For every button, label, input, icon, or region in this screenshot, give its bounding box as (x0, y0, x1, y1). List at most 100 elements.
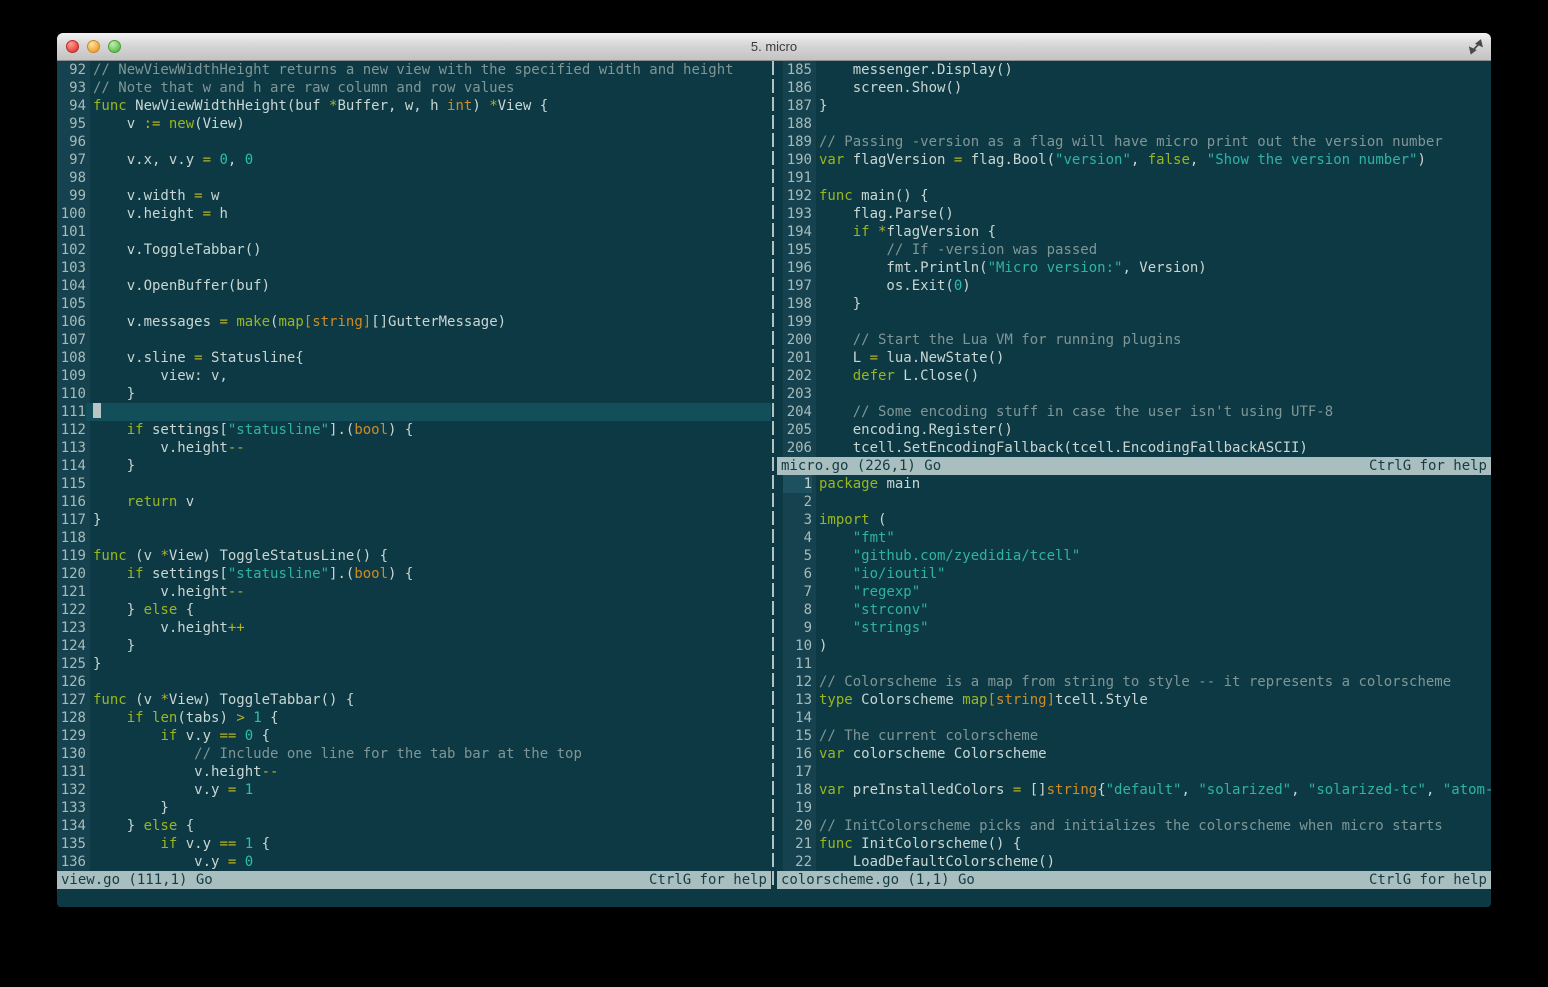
code-line[interactable]: 114 } (57, 457, 771, 475)
code-line[interactable]: 107 (57, 331, 771, 349)
code-line[interactable]: 11 (783, 655, 1491, 673)
code-line[interactable]: 198 } (783, 295, 1491, 313)
resize-arrows-icon[interactable] (1467, 38, 1485, 56)
code-line[interactable]: 96 (57, 133, 771, 151)
code-line[interactable]: 20 // InitColorscheme picks and initializ… (783, 817, 1491, 835)
code-line[interactable]: 109 view: v, (57, 367, 771, 385)
code-line[interactable]: 206 tcell.SetEncodingFallback(tcell.Enco… (783, 439, 1491, 457)
code-line[interactable]: 8 "strconv" (783, 601, 1491, 619)
code-line[interactable]: 132 v.y = 1 (57, 781, 771, 799)
code-line[interactable]: 193 flag.Parse() (783, 205, 1491, 223)
code-line[interactable]: 112 if settings["statusline"].(bool) { (57, 421, 771, 439)
code-line[interactable]: 103 (57, 259, 771, 277)
code-line[interactable]: 106 v.messages = make(map[string][]Gutte… (57, 313, 771, 331)
code-line[interactable]: 197 os.Exit(0) (783, 277, 1491, 295)
code-line[interactable]: 94 func NewViewWidthHeight(buf *Buffer, w… (57, 97, 771, 115)
code-line[interactable]: 2 (783, 493, 1491, 511)
command-message-line[interactable] (57, 889, 1491, 907)
code-line[interactable]: 13 type Colorscheme map[string]tcell.Styl… (783, 691, 1491, 709)
code-line[interactable]: 126 (57, 673, 771, 691)
code-line[interactable]: 9 "strings" (783, 619, 1491, 637)
titlebar[interactable]: 5. micro (57, 33, 1491, 61)
code-line[interactable]: 4 "fmt" (783, 529, 1491, 547)
code-line[interactable]: 18 var preInstalledColors = []string{"def… (783, 781, 1491, 799)
code-line[interactable]: 131 v.height-- (57, 763, 771, 781)
code-line[interactable]: 123 v.height++ (57, 619, 771, 637)
code-line[interactable]: 12 // Colorscheme is a map from string to… (783, 673, 1491, 691)
code-line[interactable]: 19 (783, 799, 1491, 817)
code-line[interactable]: 127 func (v *View) ToggleTabbar() { (57, 691, 771, 709)
code-line[interactable]: 200 // Start the Lua VM for running plug… (783, 331, 1491, 349)
code-line[interactable]: 115 (57, 475, 771, 493)
code-line[interactable]: 22 LoadDefaultColorscheme() (783, 853, 1491, 871)
code-line[interactable]: 135 if v.y == 1 { (57, 835, 771, 853)
vertical-split-divider[interactable] (772, 61, 774, 889)
editor-pane-colorscheme-go[interactable]: 1 package main 2 3 import (4 "fmt" 5 "github.… (783, 475, 1491, 871)
code-line[interactable]: 191 (783, 169, 1491, 187)
code-line[interactable]: 7 "regexp" (783, 583, 1491, 601)
code-line[interactable]: 117} (57, 511, 771, 529)
code-line[interactable]: 190 var flagVersion = flag.Bool("version"… (783, 151, 1491, 169)
code-line[interactable]: 113 v.height-- (57, 439, 771, 457)
code-line[interactable]: 187} (783, 97, 1491, 115)
code-line[interactable]: 16 var colorscheme Colorscheme (783, 745, 1491, 763)
code-line[interactable]: 101 (57, 223, 771, 241)
code-line[interactable]: 189 // Passing -version as a flag will ha… (783, 133, 1491, 151)
code-line[interactable]: 104 v.OpenBuffer(buf) (57, 277, 771, 295)
code-line[interactable]: 205 encoding.Register() (783, 421, 1491, 439)
code-line[interactable]: 122 } else { (57, 601, 771, 619)
editor-pane-view-go[interactable]: 92 // NewViewWidthHeight returns a new vi… (57, 61, 771, 871)
code-line[interactable]: 199 (783, 313, 1491, 331)
code-line[interactable]: 188 (783, 115, 1491, 133)
code-line[interactable]: 196 fmt.Println("Micro version:", Versio… (783, 259, 1491, 277)
code-line[interactable]: 120 if settings["statusline"].(bool) { (57, 565, 771, 583)
code-line[interactable]: 110 } (57, 385, 771, 403)
code-line[interactable]: 10) (783, 637, 1491, 655)
code-line[interactable]: 125} (57, 655, 771, 673)
code-line[interactable]: 185 messenger.Display() (783, 61, 1491, 79)
code-line[interactable]: 121 v.height-- (57, 583, 771, 601)
code-line[interactable]: 1 package main (783, 475, 1491, 493)
code-line[interactable]: 15 // The current colorscheme (783, 727, 1491, 745)
code-line[interactable]: 134 } else { (57, 817, 771, 835)
code-line[interactable]: 14 (783, 709, 1491, 727)
code-line[interactable]: 192 func main() { (783, 187, 1491, 205)
code-line[interactable]: 93 // Note that w and h are raw column an… (57, 79, 771, 97)
code-line[interactable]: 194 if *flagVersion { (783, 223, 1491, 241)
code-line[interactable]: 95 v := new(View) (57, 115, 771, 133)
code-line[interactable]: 204 // Some encoding stuff in case the u… (783, 403, 1491, 421)
code-line[interactable]: 105 (57, 295, 771, 313)
code-line[interactable]: 186 screen.Show() (783, 79, 1491, 97)
line-number: 110 (60, 386, 86, 402)
code-line[interactable]: 124 } (57, 637, 771, 655)
code-line[interactable]: 118 (57, 529, 771, 547)
code-line[interactable]: 100 v.height = h (57, 205, 771, 223)
code-line[interactable]: 108 v.sline = Statusline{ (57, 349, 771, 367)
code-line[interactable]: 129 if v.y == 0 { (57, 727, 771, 745)
code-line[interactable]: 99 v.width = w (57, 187, 771, 205)
code-line[interactable]: 17 (783, 763, 1491, 781)
editor-pane-micro-go[interactable]: 185 messenger.Display() 186 screen.Show()… (783, 61, 1491, 457)
code-line[interactable]: 21 func InitColorscheme() { (783, 835, 1491, 853)
line-number: 200 (786, 332, 812, 348)
code-line[interactable]: 6 "io/ioutil" (783, 565, 1491, 583)
code-line[interactable]: 116 return v (57, 493, 771, 511)
code-line[interactable]: 136 v.y = 0 (57, 853, 771, 871)
code-line[interactable]: 203 (783, 385, 1491, 403)
code-line[interactable]: 102 v.ToggleTabbar() (57, 241, 771, 259)
code-line[interactable]: 111 (57, 403, 771, 421)
code-line[interactable]: 3 import ( (783, 511, 1491, 529)
code-line[interactable]: 130 // Include one line for the tab bar … (57, 745, 771, 763)
code-line[interactable]: 5 "github.com/zyedidia/tcell" (783, 547, 1491, 565)
code-line[interactable]: 97 v.x, v.y = 0, 0 (57, 151, 771, 169)
code-line[interactable]: 133 } (57, 799, 771, 817)
code-line[interactable]: 98 (57, 169, 771, 187)
code-line[interactable]: 201 L = lua.NewState() (783, 349, 1491, 367)
code-line[interactable]: 195 // If -version was passed (783, 241, 1491, 259)
code-line[interactable]: 202 defer L.Close() (783, 367, 1491, 385)
code-line[interactable]: 119 func (v *View) ToggleStatusLine() { (57, 547, 771, 565)
line-number: 136 (60, 854, 86, 870)
code-line[interactable]: 92 // NewViewWidthHeight returns a new vi… (57, 61, 771, 79)
code-line[interactable]: 128 if len(tabs) > 1 { (57, 709, 771, 727)
